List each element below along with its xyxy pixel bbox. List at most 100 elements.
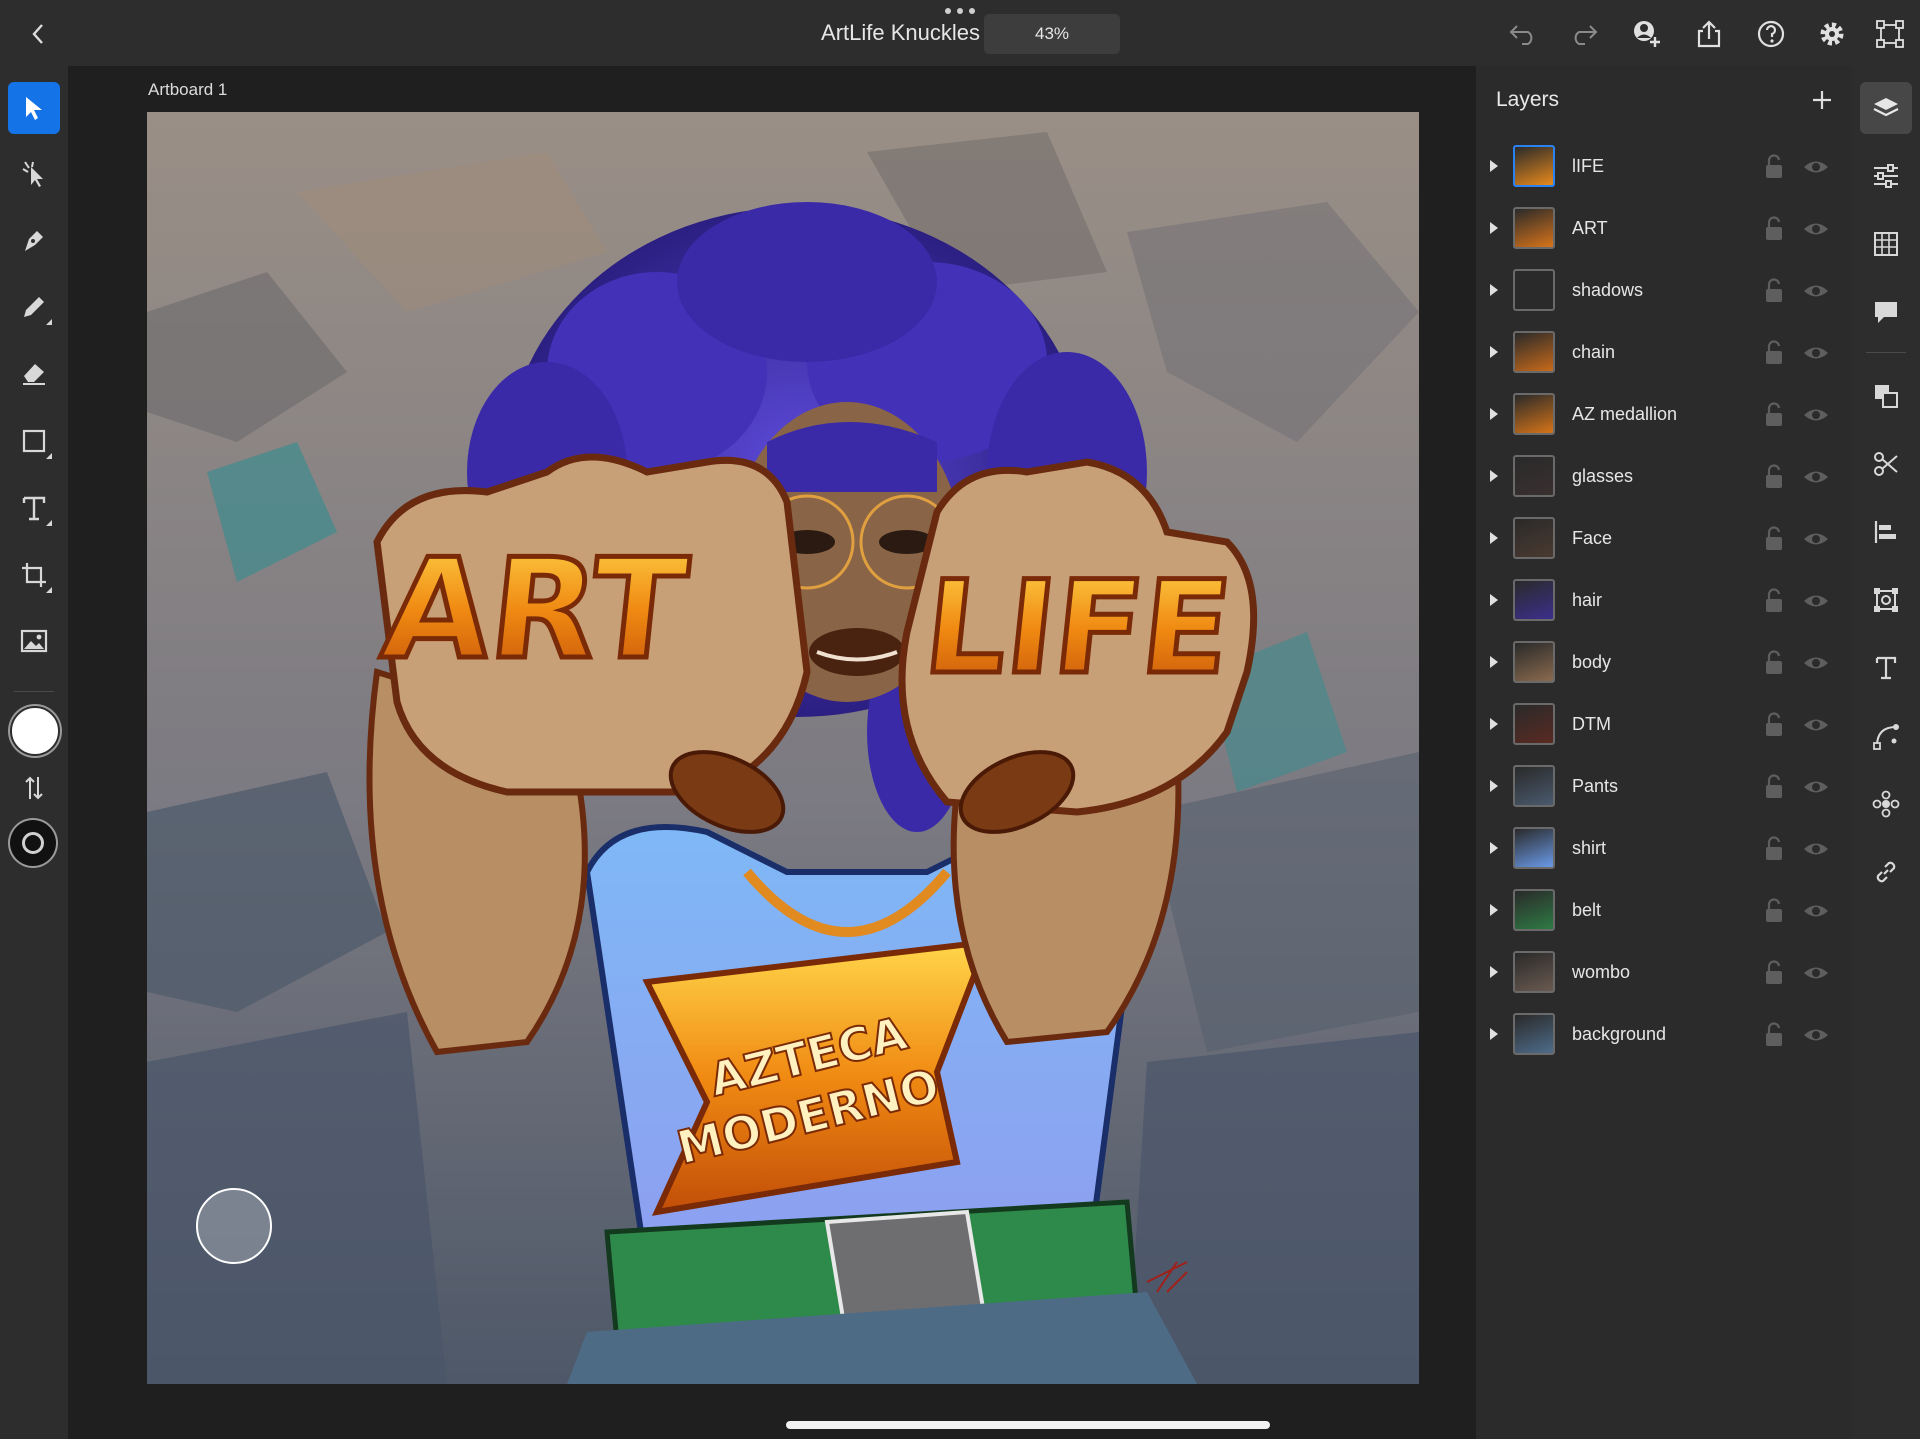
share-button[interactable] [1689,14,1729,54]
redo-button[interactable] [1564,14,1604,54]
properties-button[interactable] [1860,150,1912,202]
grids-button[interactable] [1860,218,1912,270]
unlock-icon[interactable] [1762,154,1786,180]
comments-button[interactable] [1860,286,1912,338]
canvas[interactable]: Artboard 1 AZTECA MODERNO ART LIFE [68,66,1476,1439]
layer-row[interactable]: background [1476,1004,1852,1066]
unlock-icon[interactable] [1762,836,1786,862]
visibility-eye-icon[interactable] [1802,1024,1830,1046]
layer-row[interactable]: lIFE [1476,136,1852,198]
unlock-icon[interactable] [1762,588,1786,614]
expand-caret-icon[interactable] [1490,966,1498,978]
type-tool[interactable] [8,482,60,534]
visibility-eye-icon[interactable] [1802,342,1830,364]
expand-caret-icon[interactable] [1490,532,1498,544]
invite-button[interactable] [1627,14,1667,54]
layer-row[interactable]: Pants [1476,756,1852,818]
unlock-icon[interactable] [1762,774,1786,800]
layer-row[interactable]: hair [1476,570,1852,632]
expand-caret-icon[interactable] [1490,346,1498,358]
expand-caret-icon[interactable] [1490,780,1498,792]
unlock-icon[interactable] [1762,464,1786,490]
unlock-icon[interactable] [1762,526,1786,552]
document-title[interactable]: ArtLife Knuckles [700,20,980,46]
selection-tool[interactable] [8,82,60,134]
visibility-eye-icon[interactable] [1802,528,1830,550]
layer-row[interactable]: Face [1476,508,1852,570]
transform-button[interactable] [1860,574,1912,626]
repeat-grid-button[interactable] [1860,778,1912,830]
swap-colors-button[interactable] [22,775,46,801]
direct-selection-tool[interactable] [8,148,60,200]
expand-caret-icon[interactable] [1490,842,1498,854]
zoom-level[interactable]: 43% [984,14,1120,54]
expand-caret-icon[interactable] [1490,718,1498,730]
settings-button[interactable] [1812,14,1852,54]
artboard[interactable]: AZTECA MODERNO ART LIFE [147,112,1419,1384]
visibility-eye-icon[interactable] [1802,280,1830,302]
layer-row[interactable]: ART [1476,198,1852,260]
arrange-button[interactable] [1860,370,1912,422]
undo-button[interactable] [1503,14,1543,54]
pencil-tool[interactable] [8,281,60,333]
layer-row[interactable]: chain [1476,322,1852,384]
layers-panel-button[interactable] [1860,82,1912,134]
unlock-icon[interactable] [1762,650,1786,676]
visibility-eye-icon[interactable] [1802,156,1830,178]
visibility-eye-icon[interactable] [1802,466,1830,488]
visibility-eye-icon[interactable] [1802,652,1830,674]
layer-row[interactable]: belt [1476,880,1852,942]
layer-row[interactable]: body [1476,632,1852,694]
expand-caret-icon[interactable] [1490,160,1498,172]
layer-row[interactable]: AZ medallion [1476,384,1852,446]
visibility-eye-icon[interactable] [1802,962,1830,984]
unlock-icon[interactable] [1762,340,1786,366]
pen-tool[interactable] [8,215,60,267]
stroke-color-swatch[interactable] [10,820,56,866]
back-button[interactable] [18,14,58,54]
visibility-eye-icon[interactable] [1802,900,1830,922]
expand-caret-icon[interactable] [1490,222,1498,234]
layer-row[interactable]: glasses [1476,446,1852,508]
expand-caret-icon[interactable] [1490,470,1498,482]
home-indicator[interactable] [786,1421,1270,1429]
unlock-icon[interactable] [1762,960,1786,986]
visibility-eye-icon[interactable] [1802,776,1830,798]
expand-caret-icon[interactable] [1490,284,1498,296]
more-options-icon[interactable] [944,8,976,18]
fill-color-swatch[interactable] [10,706,60,756]
visibility-eye-icon[interactable] [1802,590,1830,612]
text-properties-button[interactable] [1860,642,1912,694]
shape-tool[interactable] [8,415,60,467]
expand-caret-icon[interactable] [1490,594,1498,606]
visibility-eye-icon[interactable] [1802,714,1830,736]
place-image-tool[interactable] [8,615,60,667]
unlock-icon[interactable] [1762,1022,1786,1048]
expand-caret-icon[interactable] [1490,656,1498,668]
links-button[interactable] [1860,846,1912,898]
add-layer-button[interactable] [1804,82,1840,118]
expand-caret-icon[interactable] [1490,904,1498,916]
visibility-eye-icon[interactable] [1802,838,1830,860]
expand-caret-icon[interactable] [1490,408,1498,420]
unlock-icon[interactable] [1762,216,1786,242]
visibility-eye-icon[interactable] [1802,404,1830,426]
layer-row[interactable]: wombo [1476,942,1852,1004]
touch-shortcut-button[interactable] [196,1188,272,1264]
artboard-bounds-button[interactable] [1870,14,1910,54]
path-button[interactable] [1860,710,1912,762]
eraser-tool[interactable] [8,347,60,399]
crop-tool[interactable] [8,549,60,601]
unlock-icon[interactable] [1762,712,1786,738]
layer-row[interactable]: shadows [1476,260,1852,322]
visibility-eye-icon[interactable] [1802,218,1830,240]
layer-row[interactable]: shirt [1476,818,1852,880]
pathfinder-button[interactable] [1860,438,1912,490]
align-button[interactable] [1860,506,1912,558]
expand-caret-icon[interactable] [1490,1028,1498,1040]
unlock-icon[interactable] [1762,402,1786,428]
unlock-icon[interactable] [1762,898,1786,924]
layer-row[interactable]: DTM [1476,694,1852,756]
unlock-icon[interactable] [1762,278,1786,304]
help-button[interactable] [1751,14,1791,54]
